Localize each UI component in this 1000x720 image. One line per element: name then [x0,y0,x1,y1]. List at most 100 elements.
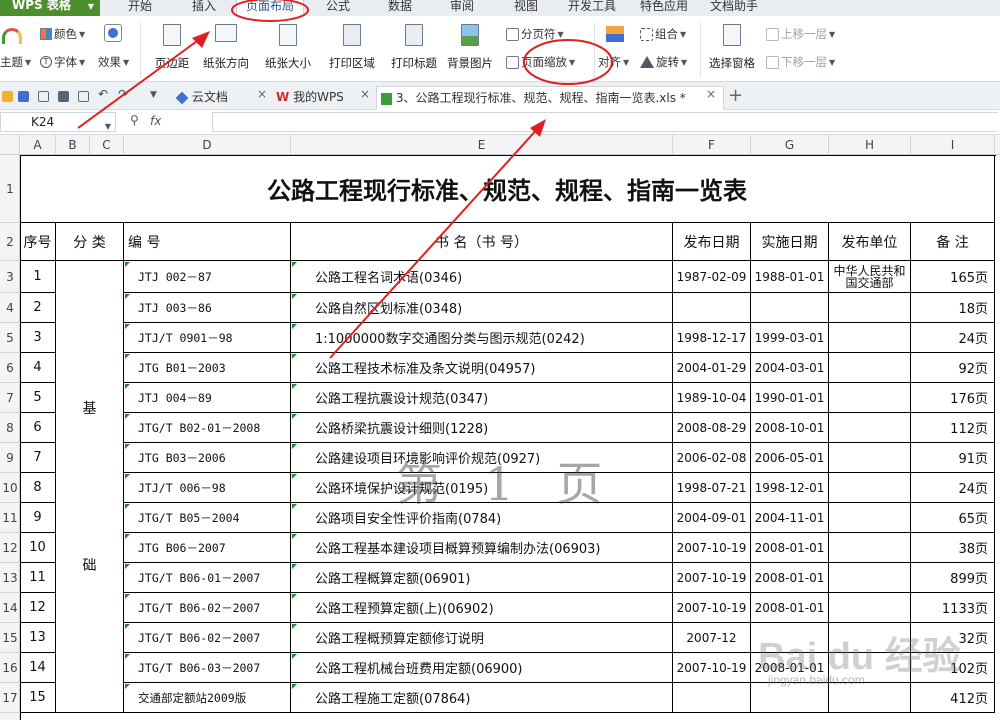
row-book-name[interactable]: 公路项目安全性评价指南(0784) [291,503,673,533]
bring-forward-button[interactable]: 上移一层 ▼ [766,26,835,42]
row-effective-date[interactable]: 2008-10-01 [751,413,829,443]
row-code[interactable]: JTG/T B06-03－2007 [124,653,291,683]
column-header-c[interactable]: C [90,135,124,155]
row-publish-date[interactable]: 1998-07-21 [673,473,751,503]
row-header[interactable]: 10 [0,473,20,503]
row-publisher[interactable] [829,593,911,623]
row-note[interactable]: 165页 [911,261,995,293]
menu-special-apps[interactable]: 特色应用 [636,0,692,16]
row-effective-date[interactable]: 2004-03-01 [751,353,829,383]
column-header-f[interactable]: F [673,135,751,155]
row-book-name[interactable]: 1:1000000数字交通图分类与图示规范(0242) [291,323,673,353]
column-header-g[interactable]: G [751,135,829,155]
row-book-name[interactable]: 公路工程施工定额(07864) [291,683,673,713]
align-icon[interactable] [606,26,624,42]
align-button[interactable]: 对齐 ▼ [598,54,629,70]
close-icon[interactable]: × [257,87,267,101]
row-code[interactable]: JTJ/T 006－98 [124,473,291,503]
row-publisher[interactable] [829,293,911,323]
row-publisher[interactable] [829,503,911,533]
header-seq[interactable]: 序号 [20,223,56,261]
header-note[interactable]: 备 注 [911,223,995,261]
rotate-button[interactable]: 旋转 ▼ [640,54,687,70]
formula-input[interactable] [212,112,998,132]
column-header-b[interactable]: B [56,135,90,155]
menu-page-layout[interactable]: 页面布局 [236,0,304,16]
row-code[interactable]: JTG/T B06-02－2007 [124,623,291,653]
row-code[interactable]: JTJ 002－87 [124,261,291,293]
row-code[interactable]: JTG B06－2007 [124,533,291,563]
row-header[interactable]: 17 [0,683,20,713]
new-tab-plus-icon[interactable]: + [728,85,743,106]
row-note[interactable]: 24页 [911,473,995,503]
category-merged-cell[interactable]: 基础 [56,261,124,713]
theme-button[interactable]: 主题 ▼ [0,54,31,70]
row-effective-date[interactable]: 1988-01-01 [751,261,829,293]
column-header-i[interactable]: I [911,135,995,155]
row-code[interactable]: JTG/T B02-01－2008 [124,413,291,443]
print-titles-button[interactable]: 打印标题 [391,24,437,80]
row-publisher[interactable] [829,473,911,503]
row-book-name[interactable]: 公路工程概算定额(06901) [291,563,673,593]
print-preview-icon[interactable] [78,91,89,102]
row-seq[interactable]: 11 [20,563,56,593]
row-publisher[interactable] [829,353,911,383]
row-seq[interactable]: 5 [20,383,56,413]
menu-insert[interactable]: 插入 [182,0,226,16]
row-header[interactable]: 1 [0,155,20,223]
paper-size-button[interactable]: 纸张大小 [265,24,311,80]
select-all-corner[interactable] [0,135,20,155]
row-book-name[interactable]: 公路工程基本建设项目概算预算编制办法(06903) [291,533,673,563]
page-zoom-button[interactable]: 页面缩放 ▼ [506,54,575,70]
row-book-name[interactable]: 公路自然区划标准(0348) [291,293,673,323]
row-publisher[interactable] [829,563,911,593]
column-header-h[interactable]: H [829,135,911,155]
row-code[interactable]: JTJ 004－89 [124,383,291,413]
tab-active-workbook[interactable]: 3、公路工程现行标准、规范、规程、指南一览表.xls * [376,86,724,110]
row-book-name[interactable]: 公路建设项目环境影响评价规范(0927) [291,443,673,473]
row-header[interactable]: 13 [0,563,20,593]
row-effective-date[interactable]: 1999-03-01 [751,323,829,353]
print-icon[interactable] [58,91,69,102]
row-note[interactable]: 65页 [911,503,995,533]
row-publisher[interactable] [829,443,911,473]
row-publish-date[interactable]: 2007-10-19 [673,593,751,623]
row-seq[interactable]: 13 [20,623,56,653]
theme-icon[interactable] [2,28,22,44]
row-header[interactable]: 12 [0,533,20,563]
menu-formulas[interactable]: 公式 [316,0,360,16]
row-book-name[interactable]: 公路工程抗震设计规范(0347) [291,383,673,413]
row-publisher[interactable] [829,413,911,443]
row-book-name[interactable]: 公路工程概预算定额修订说明 [291,623,673,653]
header-effective-date[interactable]: 实施日期 [751,223,829,261]
row-book-name[interactable]: 公路工程技术标准及条文说明(04957) [291,353,673,383]
menu-home[interactable]: 开始 [118,0,162,16]
row-header[interactable]: 7 [0,383,20,413]
row-publish-date[interactable]: 1989-10-04 [673,383,751,413]
row-publish-date[interactable]: 2007-12 [673,623,751,653]
undo-icon[interactable]: ↶ [98,87,109,101]
row-code[interactable]: JTJ/T 0901－98 [124,323,291,353]
column-header-a[interactable]: A [20,135,56,155]
tab-cloud-docs[interactable]: 云文档 [172,86,268,110]
row-seq[interactable]: 2 [20,293,56,323]
row-effective-date[interactable]: 1990-01-01 [751,383,829,413]
zoom-search-icon[interactable]: ⚲ [130,113,139,127]
row-publish-date[interactable]: 2006-02-08 [673,443,751,473]
row-book-name[interactable]: 公路桥梁抗震设计细则(1228) [291,413,673,443]
row-note[interactable]: 38页 [911,533,995,563]
row-header[interactable]: 15 [0,623,20,653]
row-note[interactable]: 899页 [911,563,995,593]
row-seq[interactable]: 12 [20,593,56,623]
print-area-button[interactable]: 打印区域 [329,24,375,80]
close-icon[interactable]: × [706,87,716,101]
row-note[interactable]: 18页 [911,293,995,323]
orientation-button[interactable]: 纸张方向 [203,24,249,80]
row-publish-date[interactable] [673,293,751,323]
row-seq[interactable]: 10 [20,533,56,563]
header-publisher[interactable]: 发布单位 [829,223,911,261]
row-note[interactable]: 176页 [911,383,995,413]
row-publish-date[interactable]: 2007-10-19 [673,653,751,683]
menu-view[interactable]: 视图 [504,0,548,16]
row-code[interactable]: JTG B01－2003 [124,353,291,383]
